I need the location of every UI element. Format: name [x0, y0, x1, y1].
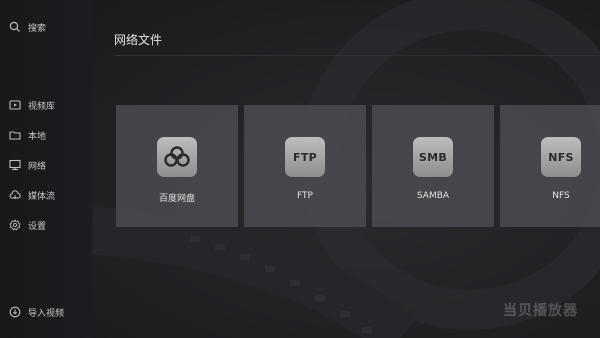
ftp-icon: FTP [285, 137, 325, 177]
network-icon [9, 159, 21, 171]
import-video-button[interactable]: 导入视频 [9, 303, 64, 321]
card-nfs[interactable]: NFS NFS [500, 105, 600, 227]
card-label: SAMBA [416, 191, 450, 201]
sidebar-item-label: 视频库 [28, 101, 56, 112]
app-watermark-logo: 当贝播放器 [503, 303, 578, 319]
network-source-grid: 百度网盘 FTP FTP SMB SAMBA NFS NFS [116, 105, 600, 227]
smb-icon: SMB [413, 137, 453, 177]
baidu-cloud-icon [157, 137, 197, 177]
gear-icon [9, 219, 21, 231]
card-ftp[interactable]: FTP FTP [244, 105, 366, 227]
sidebar-item-search[interactable]: 搜索 [9, 18, 46, 36]
card-baidu-netdisk[interactable]: 百度网盘 [116, 105, 238, 227]
page-title: 网络文件 [114, 33, 163, 47]
sidebar-item-label: 设置 [28, 221, 47, 232]
cloud-icon [9, 190, 21, 200]
sidebar: 搜索 视频库 本地 网络 媒体流 设置 导入视频 [0, 0, 92, 338]
card-label: NFS [552, 191, 570, 201]
sidebar-item-local[interactable]: 本地 [9, 126, 46, 144]
import-icon [9, 306, 21, 318]
sidebar-item-label: 搜索 [28, 23, 47, 34]
search-icon [9, 21, 20, 32]
sidebar-item-network[interactable]: 网络 [9, 156, 46, 174]
folder-icon [9, 131, 21, 140]
import-video-label: 导入视频 [28, 308, 65, 319]
title-divider [114, 55, 600, 56]
card-label: 百度网盘 [158, 194, 195, 204]
card-samba[interactable]: SMB SAMBA [372, 105, 494, 227]
sidebar-item-video-library[interactable]: 视频库 [9, 96, 55, 114]
sidebar-item-media-stream[interactable]: 媒体流 [9, 186, 55, 204]
sidebar-item-label: 网络 [28, 161, 47, 172]
sidebar-item-settings[interactable]: 设置 [9, 216, 46, 234]
card-label: FTP [297, 191, 313, 201]
video-library-icon [9, 100, 21, 110]
sidebar-item-label: 媒体流 [28, 191, 56, 202]
nfs-icon: NFS [541, 137, 581, 177]
sidebar-item-label: 本地 [28, 131, 47, 142]
